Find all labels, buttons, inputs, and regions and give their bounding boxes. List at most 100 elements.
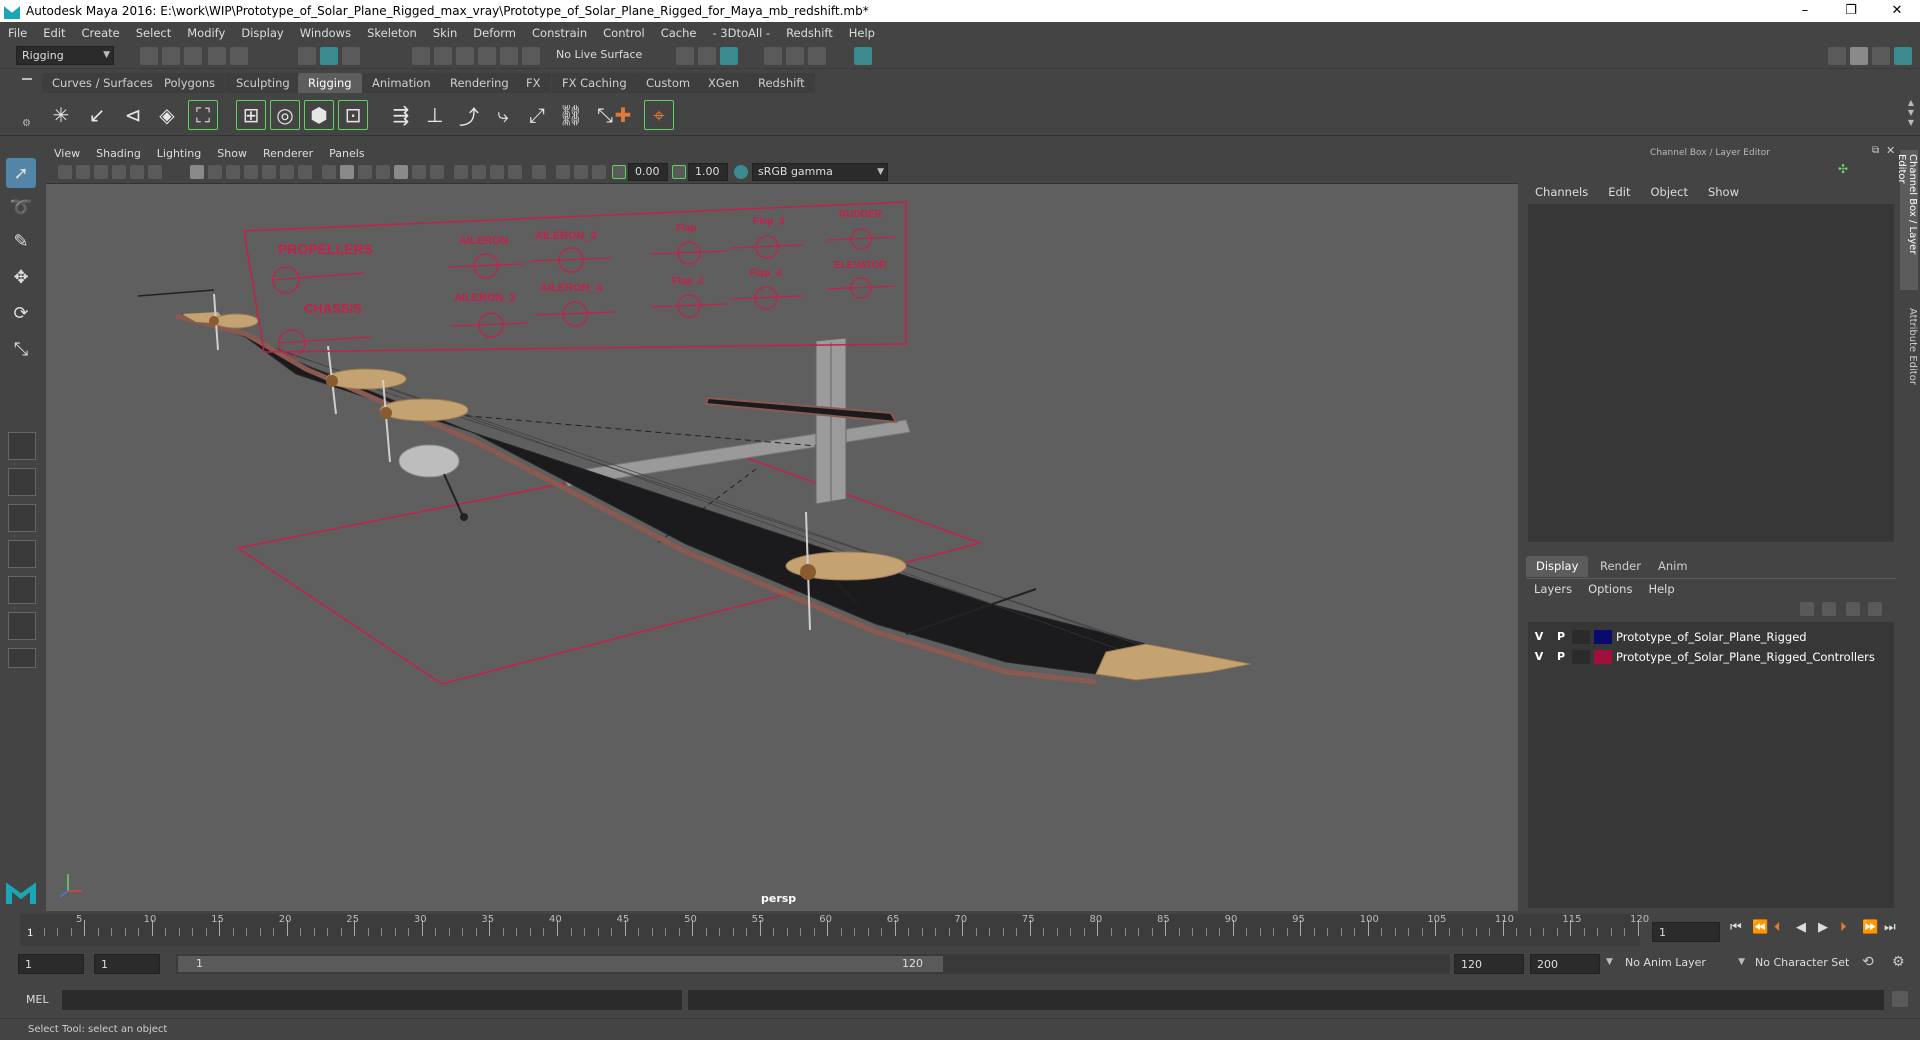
menu-windows[interactable]: Windows <box>292 26 359 40</box>
viewport-menu-view[interactable]: View <box>46 147 88 160</box>
perspective-viewport[interactable]: PROPELLERS CHASSIS AILERON AILERON_2 AIL… <box>46 184 1518 911</box>
shelf-tab-custom[interactable]: Custom <box>636 73 701 93</box>
ambient-occlusion-icon[interactable] <box>454 165 468 179</box>
channel-box-toggle-icon[interactable] <box>1894 47 1912 65</box>
layer-display-type-toggle[interactable] <box>1572 629 1590 644</box>
view-transform-dropdown[interactable]: sRGB gamma ▼ <box>752 163 888 181</box>
viewport-menu-panels[interactable]: Panels <box>321 147 372 160</box>
snap-surface-icon[interactable] <box>500 47 518 65</box>
save-scene-icon[interactable] <box>184 47 202 65</box>
humanik-icon[interactable]: ⛶ <box>188 100 218 130</box>
outliner-persp-layout-icon[interactable] <box>8 612 36 640</box>
play-forwards-icon[interactable]: ▶ <box>1818 920 1828 935</box>
menu-edit[interactable]: Edit <box>35 26 73 40</box>
shadows-icon[interactable] <box>430 165 444 179</box>
shelf-tab-rendering[interactable]: Rendering <box>440 73 519 93</box>
menu-redshift[interactable]: Redshift <box>778 26 841 40</box>
tool-settings-toggle-icon[interactable] <box>1872 47 1890 65</box>
range-slider-track[interactable]: 1 120 <box>176 954 1450 974</box>
character-set-dropdown[interactable]: No Character Set <box>1750 954 1878 974</box>
current-time-marker[interactable]: 1 <box>27 928 33 939</box>
aim-constraint-icon[interactable]: ⤴ <box>454 100 484 130</box>
shelf-tab-curves-surfaces[interactable]: Curves / Surfaces <box>42 73 163 93</box>
menu-modify[interactable]: Modify <box>179 26 233 40</box>
playback-end-field[interactable]: 120 <box>1454 954 1524 974</box>
custom-layout-icon[interactable] <box>8 648 36 668</box>
ik-handle-icon[interactable]: ◈ <box>152 100 182 130</box>
gamma-field[interactable]: 1.00 <box>688 163 728 181</box>
layer-color-swatch[interactable] <box>1594 629 1612 644</box>
lattice-icon[interactable]: ⊡ <box>338 100 368 130</box>
exposure-field[interactable]: 0.00 <box>628 163 668 181</box>
xray-icon[interactable] <box>394 165 408 179</box>
persp-graph-hypergraph-layout-icon[interactable] <box>8 576 36 604</box>
new-empty-layer-icon[interactable] <box>1846 602 1860 616</box>
command-language-label[interactable]: MEL <box>26 993 49 1006</box>
mirror-joint-icon[interactable]: ⊲ <box>118 100 148 130</box>
menu-constrain[interactable]: Constrain <box>524 26 595 40</box>
layer-playback-toggle[interactable]: P <box>1550 650 1572 663</box>
select-camera-icon[interactable] <box>58 165 72 179</box>
maximize-button[interactable]: ❐ <box>1828 0 1874 22</box>
step-forward-key-icon[interactable]: ⏩ <box>1862 920 1878 935</box>
single-perspective-layout-icon[interactable] <box>8 432 36 460</box>
end-time-field[interactable]: 200 <box>1530 954 1600 974</box>
layer-playback-toggle[interactable]: P <box>1550 630 1572 643</box>
open-scene-icon[interactable] <box>162 47 180 65</box>
ipr-render-icon[interactable] <box>786 47 804 65</box>
layers-menu[interactable]: Layers <box>1526 582 1580 596</box>
go-to-end-icon[interactable]: ⏭ <box>1884 920 1896 935</box>
menu-deform[interactable]: Deform <box>465 26 524 40</box>
grease-pencil-icon[interactable] <box>148 165 162 179</box>
shelf-scroll-icon[interactable]: ▲ ▼ ▼ <box>1908 98 1914 128</box>
help-menu[interactable]: Help <box>1640 582 1682 596</box>
color-management-icon[interactable] <box>734 165 748 179</box>
snap-point-icon[interactable] <box>456 47 474 65</box>
menu-cache[interactable]: Cache <box>653 26 705 40</box>
show-menu[interactable]: Show <box>1698 185 1749 199</box>
menu-help[interactable]: Help <box>841 26 883 40</box>
snap-grid-icon[interactable] <box>412 47 430 65</box>
time-slider[interactable]: 5 10 15 20 25 30 35 40 45 50 55 60 65 70 75 80 85 90 95 100… <box>20 914 1649 946</box>
edit-menu[interactable]: Edit <box>1598 185 1640 199</box>
redshift-render-view-icon[interactable] <box>854 47 872 65</box>
object-menu[interactable]: Object <box>1641 185 1698 199</box>
bookmarks-icon[interactable] <box>94 165 108 179</box>
menu-control[interactable]: Control <box>595 26 653 40</box>
shelf-tab-sculpting[interactable]: Sculpting <box>226 73 300 93</box>
orient-constraint-icon[interactable]: ⤷ <box>488 100 518 130</box>
attribute-editor-toggle-icon[interactable] <box>1850 47 1868 65</box>
select-object-icon[interactable] <box>320 47 338 65</box>
select-tool-icon[interactable]: ➚ <box>6 158 36 188</box>
hypershade-icon[interactable] <box>808 47 826 65</box>
lasso-tool-icon[interactable]: ➰ <box>6 192 36 222</box>
gamma-icon[interactable] <box>672 165 686 179</box>
close-panel-icon[interactable]: ✕ <box>1886 144 1895 157</box>
textured-icon[interactable] <box>376 165 390 179</box>
shelf-tab-xgen[interactable]: XGen <box>698 73 750 93</box>
depth-of-field-icon[interactable] <box>508 165 522 179</box>
manipulator-icon[interactable]: ✣ <box>1838 162 1848 176</box>
layer-row[interactable]: V P Prototype_of_Solar_Plane_Rigged_Cont… <box>1528 647 1894 666</box>
wireframe-on-shaded-icon[interactable] <box>358 165 372 179</box>
viewport-menu-show[interactable]: Show <box>209 147 255 160</box>
hud-icon[interactable] <box>592 165 606 179</box>
persp-graph-layout-icon[interactable] <box>8 540 36 568</box>
menu-create[interactable]: Create <box>74 26 128 40</box>
xray-joints-icon[interactable] <box>556 165 570 179</box>
quick-rig-icon[interactable]: ⊞ <box>236 100 266 130</box>
menu-select[interactable]: Select <box>128 26 179 40</box>
safe-title-icon[interactable] <box>298 165 312 179</box>
smooth-shade-icon[interactable] <box>340 165 354 179</box>
camera-attributes-icon[interactable] <box>76 165 90 179</box>
playback-start-field[interactable]: 1 <box>94 954 160 974</box>
menu-skeleton[interactable]: Skeleton <box>359 26 425 40</box>
persp-outliner-layout-icon[interactable] <box>8 504 36 532</box>
redo-icon[interactable] <box>230 47 248 65</box>
render-current-frame-icon[interactable] <box>764 47 782 65</box>
tab-display[interactable]: Display <box>1526 556 1589 577</box>
shelf-tab-polygons[interactable]: Polygons <box>154 73 226 93</box>
layer-visibility-toggle[interactable]: V <box>1528 650 1550 663</box>
step-forward-frame-icon[interactable]: ⏵ <box>1840 920 1847 935</box>
image-plane-icon[interactable] <box>112 165 126 179</box>
